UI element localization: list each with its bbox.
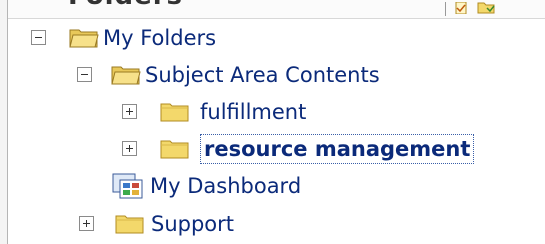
- tree-node-my-folders: My Folders: [31, 23, 251, 53]
- tree-node-subject-area-contents: Subject Area Contents: [77, 60, 427, 90]
- header-strip: Folders: [8, 0, 545, 19]
- dashboard-icon[interactable]: [112, 173, 144, 199]
- folder-icon[interactable]: [115, 211, 145, 235]
- tree-label-resource-management[interactable]: resource management: [199, 134, 475, 164]
- header-divider: [445, 2, 446, 16]
- tree-node-my-dashboard: My Dashboard: [112, 171, 372, 201]
- folder-open-icon[interactable]: [111, 62, 141, 86]
- left-panel-border: [0, 0, 8, 244]
- folder-icon[interactable]: [160, 99, 190, 123]
- tree-label-subject-area-contents[interactable]: Subject Area Contents: [145, 62, 380, 88]
- collapse-toggle[interactable]: [77, 67, 92, 82]
- expand-toggle[interactable]: [122, 104, 137, 119]
- tree-node-resource-management: resource management: [122, 134, 522, 164]
- folder-icon[interactable]: [477, 0, 495, 14]
- tree-node-support: Support: [79, 209, 299, 239]
- tree-label-my-folders[interactable]: My Folders: [103, 25, 216, 51]
- tree-label-support[interactable]: Support: [151, 211, 234, 237]
- panel-title: Folders: [68, 0, 183, 11]
- folder-open-icon[interactable]: [69, 25, 99, 49]
- expand-toggle[interactable]: [122, 141, 137, 156]
- folder-icon[interactable]: [160, 136, 190, 160]
- tree-node-fulfillment: fulfillment: [122, 97, 372, 127]
- page-icon[interactable]: [454, 2, 470, 14]
- expand-toggle[interactable]: [79, 216, 94, 231]
- collapse-toggle[interactable]: [31, 30, 46, 45]
- tree-label-my-dashboard[interactable]: My Dashboard: [150, 173, 301, 199]
- tree-label-fulfillment[interactable]: fulfillment: [200, 99, 306, 125]
